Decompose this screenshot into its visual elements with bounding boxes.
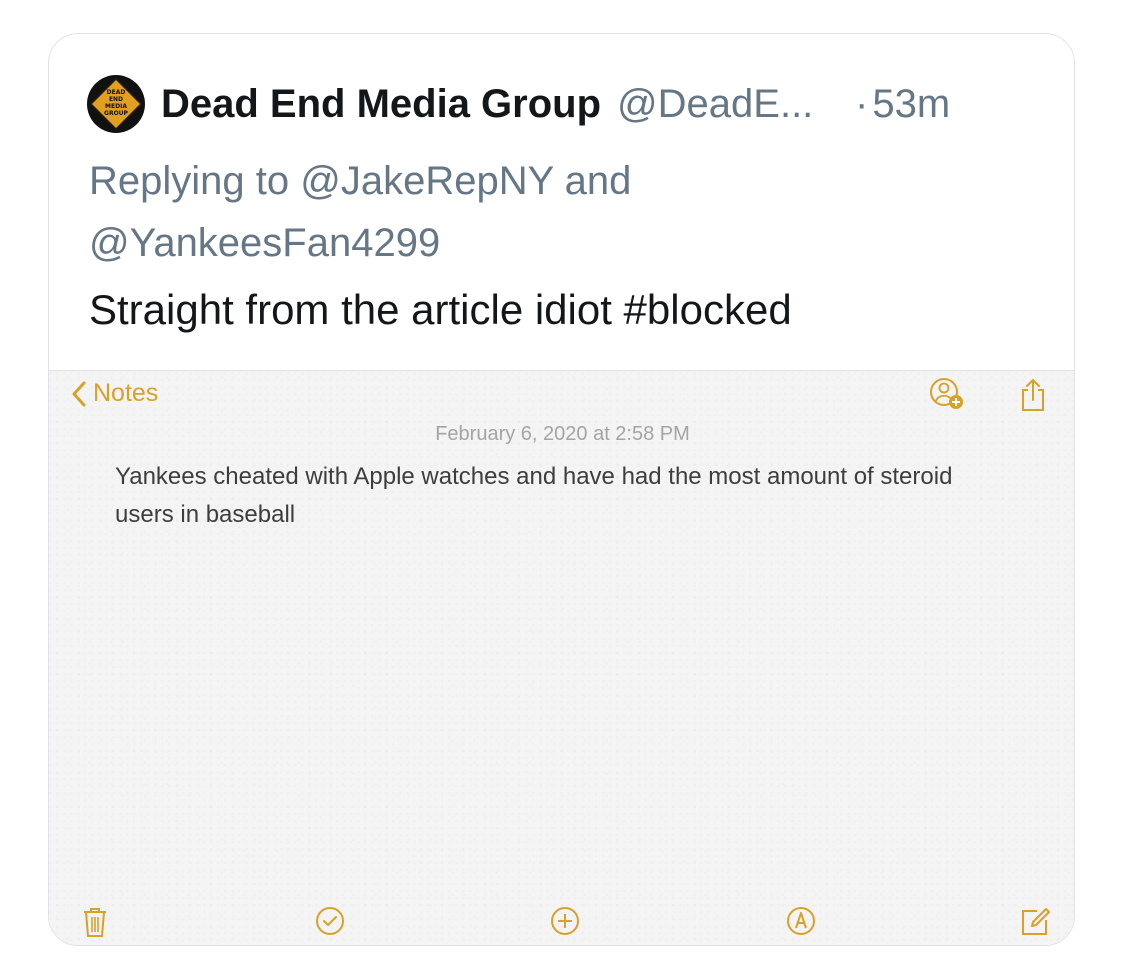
avatar-logo-word: GROUP	[104, 110, 128, 117]
add-icon	[551, 907, 579, 935]
avatar-logo-text: DEAD END MEDIA GROUP	[87, 89, 145, 117]
add-person-icon	[930, 378, 963, 409]
tweet-card[interactable]: DEAD END MEDIA GROUP Dead End Media Grou…	[48, 33, 1075, 946]
avatar-logo-word: DEAD	[106, 89, 126, 96]
tweet-text: Straight from the article idiot #blocked	[89, 286, 792, 333]
replying-to-line[interactable]: @YankeesFan4299	[89, 212, 789, 274]
note-date: February 6, 2020 at 2:58 PM	[435, 423, 690, 445]
markup-icon	[787, 907, 815, 935]
attached-image[interactable]: Notes February 6, 2020 at 2:58 PM Yankee…	[49, 370, 1074, 945]
notes-back-button: Notes	[71, 379, 158, 408]
separator-dot: ·	[855, 81, 869, 126]
display-name[interactable]: Dead End Media Group	[161, 82, 601, 127]
avatar-logo-word: END	[108, 96, 124, 103]
tweet-header: DEAD END MEDIA GROUP Dead End Media Grou…	[87, 75, 1036, 133]
timestamp[interactable]: 53m	[872, 82, 950, 127]
share-icon	[1022, 379, 1044, 411]
compose-icon	[1022, 908, 1050, 935]
user-handle[interactable]: @DeadE...	[617, 82, 829, 127]
replying-to-line[interactable]: Replying to @JakeRepNY and	[89, 150, 789, 212]
chevron-left-icon	[72, 381, 86, 406]
avatar-logo-word: MEDIA	[105, 103, 127, 110]
trash-icon	[84, 908, 106, 937]
replying-to[interactable]: Replying to @JakeRepNY and @YankeesFan42…	[89, 150, 789, 274]
notes-back-label: Notes	[93, 379, 159, 407]
checklist-icon	[316, 907, 344, 935]
avatar[interactable]: DEAD END MEDIA GROUP	[87, 75, 145, 133]
note-body: Yankees cheated with Apple watches and h…	[115, 463, 953, 528]
